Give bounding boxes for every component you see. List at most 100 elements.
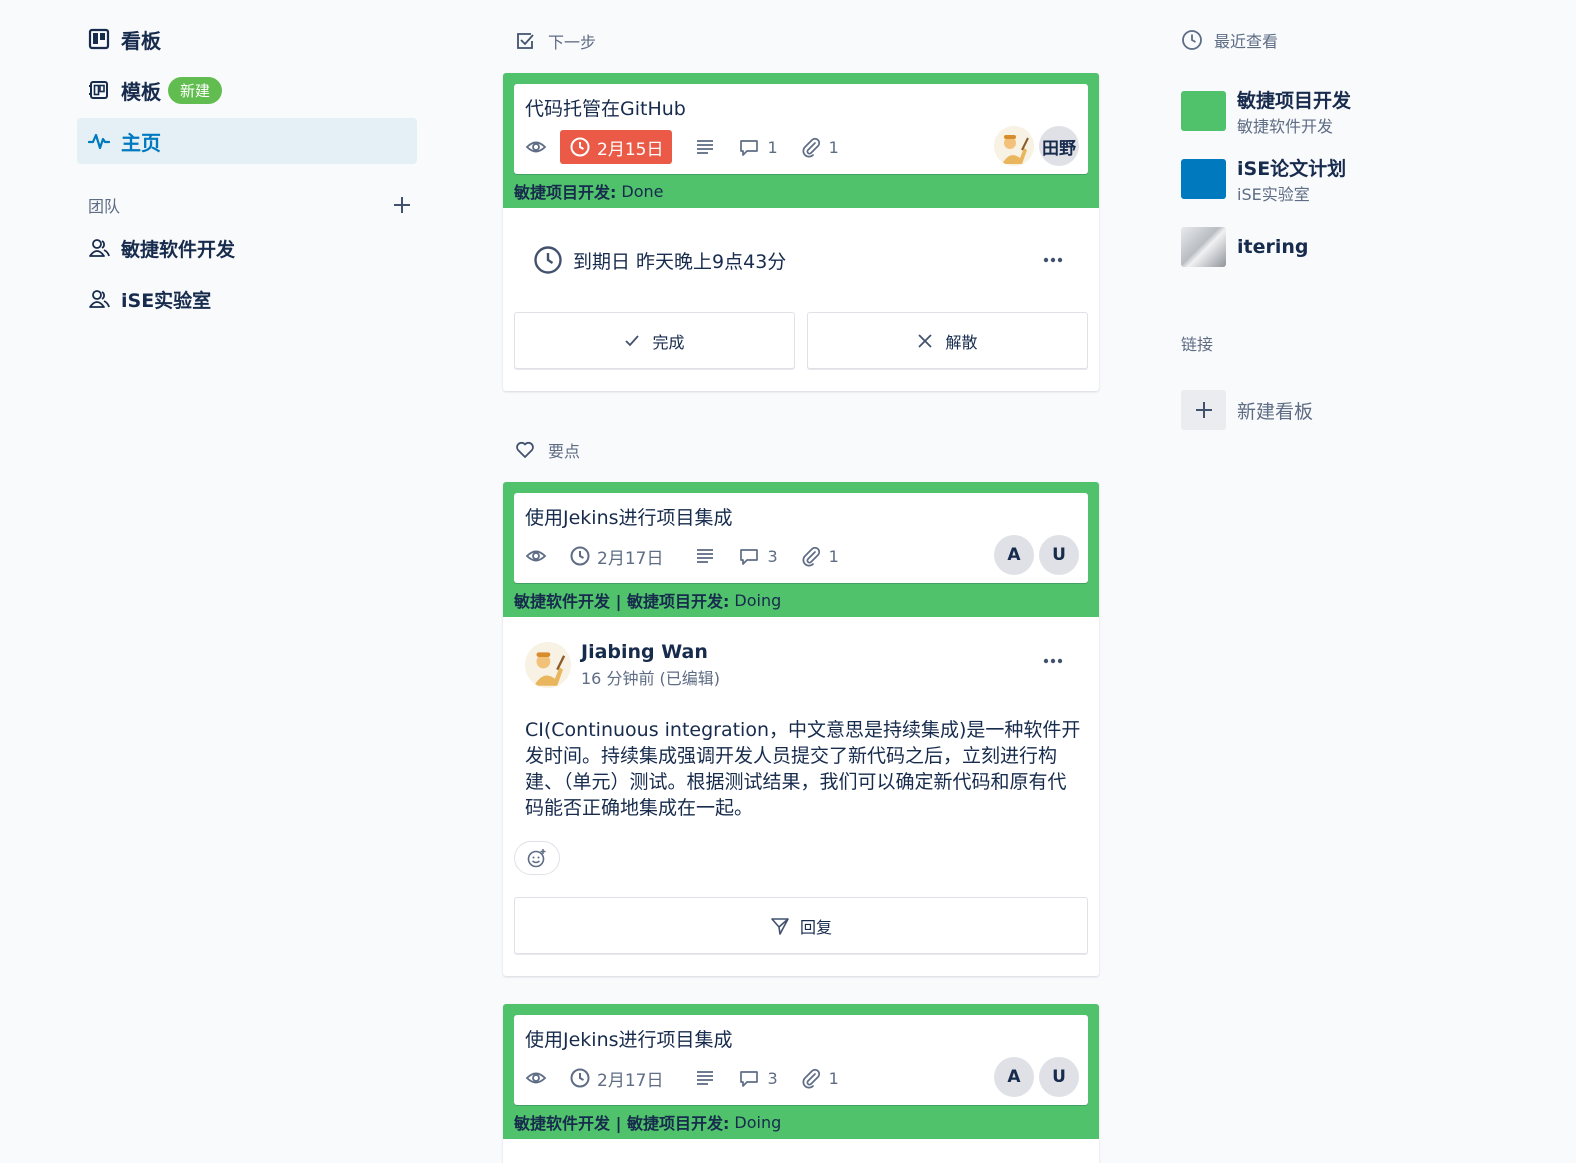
recent-board-title: itering: [1237, 236, 1309, 258]
description-icon: [694, 1067, 716, 1089]
heart-icon: [515, 440, 535, 460]
team-item-ise[interactable]: iSE实验室: [77, 276, 417, 322]
checkbox-icon: [515, 31, 535, 51]
card-location: 敏捷软件开发 | 敏捷项目开发: Doing: [514, 583, 1088, 617]
card-title: 使用Jekins进行项目集成: [525, 507, 733, 529]
card-location: 敏捷软件开发 | 敏捷项目开发: Doing: [514, 1105, 1088, 1139]
dismiss-label: 解散: [945, 332, 978, 352]
description-icon: [694, 136, 716, 158]
board-thumbnail: [1181, 91, 1226, 131]
clock-icon: [1181, 29, 1203, 51]
card-band: 代码托管在GitHub 2月15日 1 1 田野 敏捷项目开发: Done: [503, 73, 1099, 208]
avatar[interactable]: A: [994, 1057, 1034, 1097]
attachments-count: 1: [828, 546, 839, 566]
comments-badge: 1: [738, 130, 778, 164]
dismiss-button[interactable]: 解散: [807, 312, 1088, 369]
add-reaction-button[interactable]: [514, 841, 560, 875]
team-item-agile[interactable]: 敏捷软件开发: [77, 225, 417, 271]
recent-board-text: itering: [1237, 236, 1309, 258]
recent-board[interactable]: 敏捷项目开发 敏捷软件开发: [1181, 86, 1501, 137]
recent-board-team: 敏捷软件开发: [1237, 116, 1334, 136]
nav-boards[interactable]: 看板: [77, 16, 417, 62]
highlight-block: 使用Jekins进行项目集成 2月17日 3 1 A U 敏捷软件开发 | 敏捷…: [503, 1004, 1099, 1163]
description-badge: [694, 1061, 716, 1095]
add-team-button[interactable]: [387, 190, 417, 220]
card-github[interactable]: 代码托管在GitHub 2月15日 1 1 田野: [514, 84, 1088, 174]
nav-home[interactable]: 主页: [77, 118, 417, 164]
watch-badge: [525, 539, 547, 573]
recent-board[interactable]: itering: [1181, 223, 1501, 271]
attachments-badge: 1: [800, 1061, 839, 1095]
due-badge[interactable]: 2月17日: [560, 539, 672, 573]
reply-label: 回复: [799, 917, 832, 937]
due-date: 2月15日: [597, 139, 664, 160]
card-list: Doing: [734, 590, 782, 610]
card-board: 敏捷项目开发:: [514, 183, 617, 202]
emoji-icon: [527, 849, 546, 868]
up-next-header: 下一步: [515, 29, 596, 53]
ellipsis-icon: [1043, 257, 1063, 263]
due-badge[interactable]: 2月17日: [560, 1061, 672, 1095]
paperclip-icon: [800, 545, 822, 567]
comments-count: 3: [767, 1068, 778, 1088]
cartoon-avatar-icon: [525, 642, 571, 688]
nav-home-label: 主页: [121, 130, 161, 155]
board-icon: [88, 28, 110, 50]
card-members: A U: [989, 1057, 1079, 1097]
avatar[interactable]: [994, 126, 1034, 166]
due-date: 2月17日: [597, 1070, 664, 1091]
recently-viewed-header: 最近查看: [1181, 26, 1501, 54]
comment: Jiabing Wan 16 分钟前 (已编辑) CI(Continuous i…: [503, 617, 1099, 875]
more-options-button[interactable]: [1039, 250, 1067, 270]
watch-badge: [525, 130, 547, 164]
recent-board-text: 敏捷项目开发 敏捷软件开发: [1237, 86, 1351, 137]
more-options-button[interactable]: [1039, 651, 1067, 671]
highlight-block: 使用Jekins进行项目集成 2月17日 3 1 A U 敏捷软件开发 | 敏捷…: [503, 482, 1099, 976]
comment-icon: [738, 136, 760, 158]
comment-icon: [738, 1067, 760, 1089]
new-badge: 新建: [168, 76, 223, 104]
due-actions: 完成 解散: [503, 312, 1099, 391]
avatar[interactable]: U: [1039, 1057, 1079, 1097]
avatar[interactable]: A: [994, 535, 1034, 575]
comment-icon: [738, 545, 760, 567]
recent-board-title: 敏捷项目开发: [1237, 89, 1352, 112]
card-jenkins[interactable]: 使用Jekins进行项目集成 2月17日 3 1 A U: [514, 1015, 1088, 1105]
attachments-badge: 1: [800, 130, 839, 164]
comment-author[interactable]: Jiabing Wan: [581, 641, 720, 663]
create-board-button[interactable]: 新建看板: [1181, 390, 1501, 430]
card-board: 敏捷软件开发 | 敏捷项目开发:: [514, 1114, 730, 1133]
board-thumbnail: [1181, 227, 1226, 267]
comment-time[interactable]: 16 分钟前 (已编辑): [581, 665, 720, 689]
attachments-badge: 1: [800, 539, 839, 573]
eye-icon: [525, 1067, 547, 1089]
recent-board-title: iSE论文计划: [1237, 157, 1347, 180]
avatar[interactable]: U: [1039, 535, 1079, 575]
activity-icon: [88, 130, 110, 152]
paperclip-icon: [800, 136, 822, 158]
links-header: 链接: [1181, 335, 1214, 354]
teams-header-label: 团队: [88, 197, 121, 216]
recent-board[interactable]: iSE论文计划 iSE实验室: [1181, 155, 1501, 204]
send-icon: [770, 916, 790, 936]
complete-button[interactable]: 完成: [514, 312, 795, 369]
card-members: A U: [989, 535, 1079, 575]
paperclip-icon: [800, 1067, 822, 1089]
left-sidebar: 看板 模板 新建 主页 团队 敏捷软件开发 iSE实验室: [77, 16, 417, 322]
avatar[interactable]: [525, 642, 571, 688]
card-band: 使用Jekins进行项目集成 2月17日 3 1 A U 敏捷软件开发 | 敏捷…: [503, 482, 1099, 617]
due-badge[interactable]: 2月15日: [560, 130, 673, 164]
avatar[interactable]: 田野: [1039, 126, 1079, 166]
due-date: 2月17日: [597, 548, 664, 569]
attachments-count: 1: [828, 1068, 839, 1088]
nav-templates[interactable]: 模板 新建: [77, 67, 417, 113]
attachments-count: 1: [828, 137, 839, 157]
create-board-label: 新建看板: [1237, 400, 1314, 423]
clock-icon: [533, 245, 563, 275]
teams-header: 团队: [77, 190, 417, 220]
highlights-label: 要点: [548, 442, 581, 461]
team-icon: [88, 237, 110, 259]
recently-viewed-label: 最近查看: [1214, 32, 1279, 51]
reply-button[interactable]: 回复: [514, 897, 1088, 954]
card-jenkins[interactable]: 使用Jekins进行项目集成 2月17日 3 1 A U: [514, 493, 1088, 583]
